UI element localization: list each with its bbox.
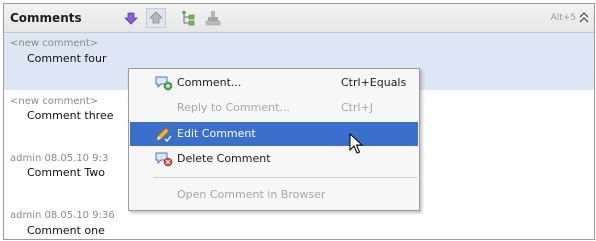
panel-header: Comments Alt+5 (4, 4, 594, 33)
stamp-icon[interactable] (204, 9, 222, 27)
panel-title: Comments (10, 11, 82, 25)
mouse-cursor-icon (349, 132, 365, 155)
comment-meta: admin 08.05.10 9:36 (10, 210, 115, 221)
edit-pencil-icon (155, 126, 173, 143)
comment-meta: <new comment> (10, 38, 99, 49)
comment-text: Comment Two (27, 166, 106, 179)
comment-text: Comment one (27, 224, 105, 237)
menu-item-reply[interactable]: Reply to Comment... Ctrl+J (130, 96, 418, 120)
arrow-down-icon[interactable] (122, 9, 140, 27)
menu-item-label: Edit Comment (177, 127, 256, 140)
comment-text: Comment three (27, 109, 114, 122)
new-comment-icon (155, 75, 173, 91)
menu-item-shortcut: Ctrl+J (341, 101, 374, 114)
context-menu: Comment... Ctrl+Equals Reply to Comment.… (128, 68, 420, 211)
menu-item-label: Delete Comment (177, 152, 271, 165)
menu-item-label: Reply to Comment... (177, 101, 290, 114)
panel-shortcut: Alt+5 (550, 13, 576, 23)
menu-separator (153, 177, 417, 178)
menu-item-label: Open Comment in Browser (177, 188, 326, 201)
comment-meta: <new comment> (10, 96, 99, 107)
menu-item-label: Comment... (177, 76, 242, 89)
menu-item-comment[interactable]: Comment... Ctrl+Equals (130, 71, 418, 95)
menu-item-edit-comment[interactable]: Edit Comment (130, 122, 418, 146)
comment-meta: admin 08.05.10 9:3 (10, 153, 109, 164)
comment-text: Comment four (27, 52, 107, 65)
menu-item-shortcut: Ctrl+Equals (341, 76, 407, 89)
delete-comment-icon (155, 151, 173, 167)
arrow-up-icon[interactable] (146, 8, 166, 28)
menu-item-open-in-browser[interactable]: Open Comment in Browser (130, 183, 418, 207)
tree-structure-icon[interactable] (180, 9, 198, 27)
collapse-icon[interactable] (578, 9, 590, 25)
menu-item-delete-comment[interactable]: Delete Comment (130, 147, 418, 171)
